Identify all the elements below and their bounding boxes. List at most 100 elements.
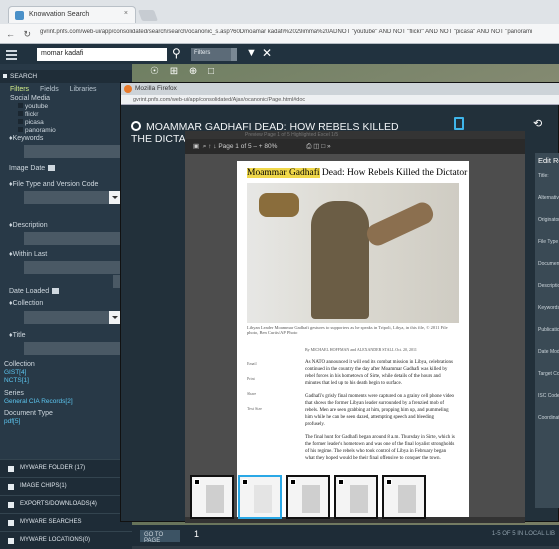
browser-tab[interactable]: Knowvation Search × — [8, 6, 136, 23]
page-number[interactable]: 1 — [194, 529, 199, 539]
title-input[interactable] — [24, 342, 121, 355]
edit-field-originator[interactable]: Originator — [538, 217, 559, 223]
footer-label: MYWARE SEARCHES — [20, 519, 82, 525]
edit-field-description[interactable]: Description — [538, 283, 559, 289]
back-reload-icons[interactable]: ← ↻ — [6, 29, 34, 40]
edit-field-alternative[interactable]: Alternative — [538, 195, 559, 201]
search-icon[interactable]: ⚲ — [172, 46, 181, 60]
tab-filters[interactable]: Filters — [10, 86, 29, 93]
go-to-page-button[interactable]: GO TO PAGE — [140, 530, 180, 544]
image-date-label: Image Date — [9, 165, 56, 172]
location-icon — [8, 538, 14, 544]
aside-print[interactable]: Print — [247, 376, 287, 381]
edit-field-date-modified[interactable]: Date Modified Identifier — [538, 349, 559, 355]
facet-doctype-value[interactable]: pdf[5] — [4, 418, 20, 425]
document-icon[interactable] — [454, 117, 464, 130]
facet-collection-gist[interactable]: GIST[4] — [4, 369, 26, 376]
pdf-page: Moammar Gadhafi Dead: How Rebels Killed … — [237, 161, 469, 521]
article-photo — [247, 183, 459, 323]
article-paragraph-2: Gadhafi's grisly final moments were capt… — [305, 394, 455, 427]
funnel-icon[interactable]: ▼ — [246, 47, 257, 59]
facet-collection-ncts[interactable]: NCTS[1] — [4, 377, 29, 384]
thumbnail-2[interactable] — [238, 475, 282, 519]
aside-text-size[interactable]: Text Size — [247, 406, 287, 411]
collection-label: ♦Collection — [9, 300, 44, 307]
calendar-icon[interactable] — [52, 288, 60, 294]
result-count: 1-5 OF 5 IN LOCAL LIB — [491, 531, 555, 537]
tab-title: Knowvation Search — [29, 11, 90, 18]
close-icon[interactable]: ✕ — [262, 46, 272, 60]
thumbnail-1[interactable] — [190, 475, 234, 519]
app-toolbar: momar kadafi ⚲ Filters ▼ ✕ — [0, 44, 559, 64]
article-paragraph-1: As NATO announced it will end its combat… — [305, 360, 453, 386]
sidebar-search-header[interactable]: SEARCH — [0, 70, 132, 83]
social-media-label: Social Media — [10, 95, 51, 102]
filter-sidebar: SEARCH Filters Fields Libraries Social M… — [0, 64, 132, 549]
sidebar-tabs: Filters Fields Libraries — [10, 86, 106, 93]
download-icon — [8, 502, 14, 508]
edit-field-target-country[interactable]: Target Country — [538, 371, 559, 377]
image-icon — [8, 484, 14, 490]
search-input[interactable]: momar kadafi — [37, 48, 167, 61]
popup-url[interactable]: gvrint.pnfs.com/web-ui/app/consolidated/… — [121, 95, 559, 105]
filter-select-label: Filters — [194, 50, 211, 56]
viewer-toolbar: ▣ ⌕ ↑ ↓ Page 1 of 5 – + 80% ⎙ ◫ □ » — [185, 139, 525, 154]
edit-field-file-type[interactable]: File Type — [538, 239, 558, 245]
tab-fields[interactable]: Fields — [40, 86, 59, 93]
thumbnail-4[interactable] — [334, 475, 378, 519]
aside-share[interactable]: Share — [247, 391, 287, 396]
footer-label: MYWARE LOCATIONS(0) — [20, 537, 91, 543]
facet-series-value[interactable]: General CIA Records[2] — [4, 398, 73, 405]
collection-select[interactable] — [24, 311, 121, 324]
source-label: panoramio — [25, 127, 56, 134]
edit-field-publication[interactable]: Publication — [538, 327, 559, 333]
thumbnail-5[interactable] — [382, 475, 426, 519]
edit-record-heading: Edit Record — [538, 156, 559, 165]
address-bar[interactable]: ← ↻ gvrint.pnfs.com/web-ui/app/consolida… — [0, 24, 559, 44]
file-type-select[interactable] — [24, 191, 121, 204]
article-body: By MICHAEL HOFFMAN and ALEXANDER STALL O… — [305, 346, 455, 468]
exports-downloads-link[interactable]: EXPORTS/DOWNLOADS(4) — [0, 495, 132, 513]
source-checkbox-flickr[interactable]: flickr — [18, 111, 38, 118]
new-tab-button[interactable] — [137, 10, 159, 21]
pagination-bar: GO TO PAGE 1 1-5 OF 5 IN LOCAL LIB — [132, 525, 559, 546]
image-chips-link[interactable]: IMAGE CHIPS(1) — [0, 477, 132, 495]
footer-label: IMAGE CHIPS(1) — [20, 483, 67, 489]
edit-field-document[interactable]: Document — [538, 261, 559, 267]
edit-record-panel: Edit Record Title: Alternative Originato… — [535, 153, 559, 508]
source-checkbox-picasa[interactable]: picasa — [18, 119, 44, 126]
article-headline: Moammar Gadhafi Dead: How Rebels Killed … — [247, 168, 468, 178]
article-byline: By MICHAEL HOFFMAN and ALEXANDER STALL O… — [305, 347, 417, 352]
edit-field-isc-code[interactable]: ISC Code — [538, 393, 559, 399]
tab-libraries[interactable]: Libraries — [70, 86, 97, 93]
title-label: ♦Title — [9, 332, 26, 339]
calendar-icon[interactable] — [48, 165, 56, 171]
search-icon — [8, 520, 14, 526]
pdf-viewer: Preview Page 1 of 5 Highlighted Excel 1/… — [185, 131, 525, 523]
description-input[interactable] — [24, 232, 121, 245]
myware-searches-link[interactable]: MYWARE SEARCHES — [0, 513, 132, 531]
close-tab-icon[interactable]: × — [124, 10, 128, 17]
source-label: youtube — [25, 103, 49, 110]
myware-locations-link[interactable]: MYWARE LOCATIONS(0) — [0, 531, 132, 549]
favicon-icon — [15, 11, 24, 20]
source-checkbox-youtube[interactable]: youtube — [18, 103, 48, 110]
thumbnail-3[interactable] — [286, 475, 330, 519]
map-controls[interactable]: ☉ ⊞ ⊕ □ — [150, 66, 218, 77]
popup-window-title[interactable]: Mozilla Firefox — [121, 83, 559, 95]
edit-field-keywords[interactable]: Keywords — [538, 305, 559, 311]
source-checkbox-panoramio[interactable]: panoramio — [18, 127, 56, 134]
aside-email[interactable]: Email — [247, 361, 287, 366]
myware-folder-link[interactable]: MYWARE FOLDER (17) — [0, 459, 132, 477]
url-text[interactable]: gvrint.pnfs.com/web-ui/app/consolidated/… — [40, 29, 555, 40]
keywords-input[interactable] — [24, 145, 121, 158]
within-last-input[interactable] — [24, 261, 121, 274]
edit-field-title[interactable]: Title: — [538, 173, 557, 179]
viewer-tab[interactable]: Preview Page 1 of 5 Highlighted Excel 1/… — [185, 131, 525, 139]
page-control[interactable]: Page 1 of 5 – + 80% — [218, 143, 277, 150]
history-icon[interactable]: ⟲ — [533, 117, 542, 130]
edit-field-coordinates[interactable]: Coordinates — [538, 415, 559, 421]
filter-select[interactable]: Filters — [191, 48, 237, 61]
description-label: ♦Description — [9, 222, 48, 229]
hamburger-menu-icon[interactable] — [6, 48, 17, 60]
